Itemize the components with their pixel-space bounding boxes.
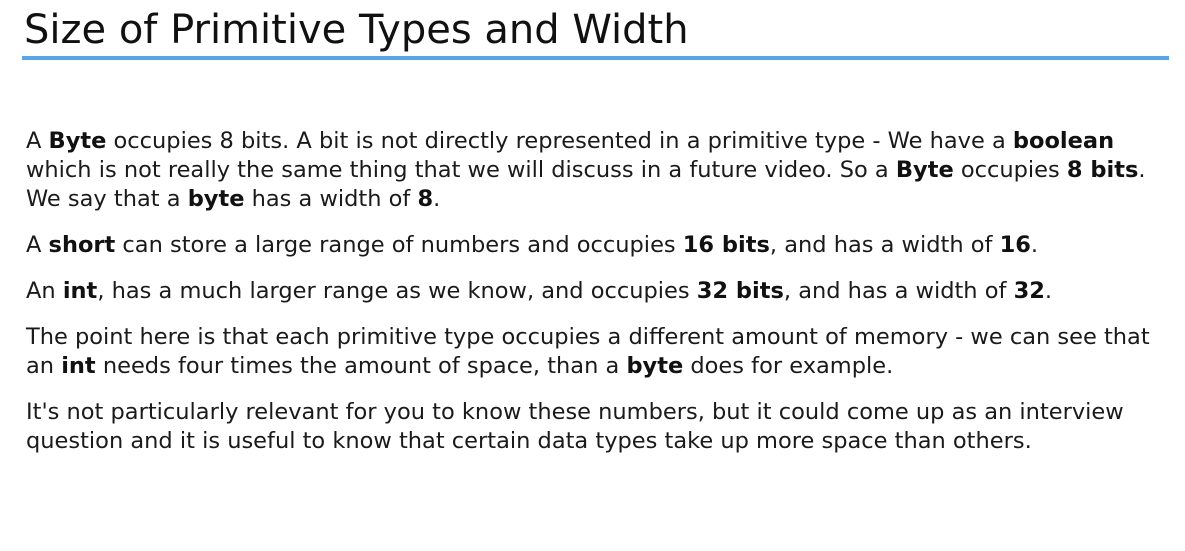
emphasized-term: Byte (48, 128, 107, 154)
text-run: occupies 8 bits. A bit is not directly r… (106, 128, 1013, 154)
emphasized-term: 16 (999, 232, 1031, 258)
paragraph-int: An int, has a much larger range as we kn… (26, 277, 1166, 306)
text-run: which is not really the same thing that … (26, 157, 896, 183)
emphasized-term: byte (187, 186, 245, 212)
text-run: occupies (953, 157, 1067, 183)
title-underline (22, 56, 1169, 60)
emphasized-term: byte (626, 353, 684, 379)
paragraph-memory-comparison: The point here is that each primitive ty… (26, 323, 1166, 381)
text-run: An (26, 278, 63, 304)
emphasized-term: int (61, 353, 96, 379)
text-run: . (1044, 278, 1053, 304)
emphasized-term: 16 bits (682, 232, 770, 258)
text-run: , and has a width of (783, 278, 1014, 304)
slide-body: A Byte occupies 8 bits. A bit is not dir… (26, 127, 1166, 473)
text-run: . (433, 186, 441, 212)
slide-title: Size of Primitive Types and Width (24, 7, 689, 53)
paragraph-byte: A Byte occupies 8 bits. A bit is not dir… (26, 127, 1166, 214)
text-run: It's not particularly relevant for you t… (26, 399, 1124, 454)
emphasized-term: 32 bits (696, 278, 784, 304)
text-run: A (26, 232, 49, 258)
emphasized-term: short (48, 232, 116, 258)
text-run: , has a much larger range as we know, an… (97, 278, 697, 304)
text-run: . (1030, 232, 1039, 258)
text-run: does for example. (683, 353, 894, 379)
text-run: , and has a width of (769, 232, 1000, 258)
emphasized-term: 8 bits (1066, 157, 1139, 183)
text-run: needs four times the amount of space, th… (95, 353, 627, 379)
emphasized-term: int (62, 278, 98, 304)
text-run: can store a large range of numbers and o… (115, 232, 683, 258)
emphasized-term: Byte (895, 157, 954, 183)
emphasized-term: 8 (417, 186, 434, 212)
paragraph-short: A short can store a large range of numbe… (26, 231, 1166, 260)
paragraph-relevance-note: It's not particularly relevant for you t… (26, 398, 1166, 456)
emphasized-term: 32 (1013, 278, 1045, 304)
text-run: has a width of (244, 186, 418, 212)
text-run: A (26, 128, 49, 154)
emphasized-term: boolean (1012, 128, 1115, 154)
